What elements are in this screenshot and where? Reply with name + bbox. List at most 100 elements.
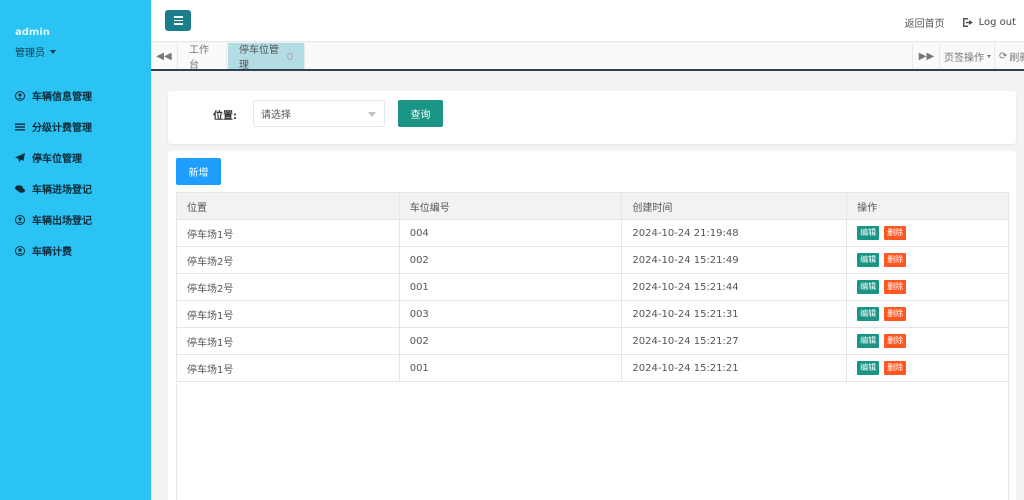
sidebar-item-label: 车辆进场登记 bbox=[32, 185, 92, 196]
cell-space-no: 002 bbox=[398, 327, 623, 355]
cell-created: 2024-10-24 15:21:44 bbox=[621, 273, 848, 301]
sidebar-nav: 车辆信息管理 分级计费管理 停车位管理 车辆进场登记 车辆出场登记 车辆计费 bbox=[0, 80, 151, 266]
sidebar-item-vehicle-exit[interactable]: 车辆出场登记 bbox=[0, 204, 151, 235]
tab-label: 工作台 bbox=[189, 45, 209, 71]
table-row: 停车场1号 001 2024-10-24 15:21:21 编辑 删除 bbox=[176, 354, 1009, 382]
sidebar-item-label: 分级计费管理 bbox=[32, 123, 92, 134]
table-row: 停车场2号 001 2024-10-24 15:21:44 编辑 删除 bbox=[176, 273, 1009, 301]
header-actions: 返回首页 Log out bbox=[905, 15, 1016, 30]
paper-plane-icon bbox=[15, 152, 25, 163]
cell-actions: 编辑 删除 bbox=[846, 273, 1009, 301]
add-button[interactable]: 新增 bbox=[176, 158, 221, 185]
cell-location: 停车场2号 bbox=[176, 273, 400, 301]
query-button[interactable]: 查询 bbox=[398, 100, 443, 127]
user-role-label: 管理员 bbox=[15, 48, 45, 59]
tab-ops-label: 页签操作 bbox=[944, 52, 984, 64]
sidebar-item-label: 停车位管理 bbox=[32, 154, 82, 165]
delete-button[interactable]: 删除 bbox=[884, 307, 907, 321]
home-link[interactable]: 返回首页 bbox=[905, 15, 945, 30]
cell-space-no: 001 bbox=[398, 273, 623, 301]
comments-icon bbox=[15, 184, 25, 194]
column-header-space-no: 车位编号 bbox=[398, 192, 623, 220]
double-chevron-right-icon: ▶▶ bbox=[918, 50, 935, 62]
edit-button[interactable]: 编辑 bbox=[857, 334, 880, 348]
column-header-location: 位置 bbox=[176, 192, 400, 220]
cell-actions: 编辑 删除 bbox=[846, 300, 1009, 328]
double-chevron-left-icon: ◀◀ bbox=[156, 50, 172, 62]
logout-label: Log out bbox=[978, 17, 1016, 28]
cell-location: 停车场1号 bbox=[176, 327, 400, 355]
sidebar-item-vehicle-info[interactable]: 车辆信息管理 bbox=[0, 80, 151, 111]
close-icon[interactable] bbox=[286, 52, 293, 60]
user-name: admin bbox=[15, 27, 50, 38]
location-select[interactable]: 请选择 bbox=[253, 100, 385, 127]
sidebar-item-label: 车辆信息管理 bbox=[32, 92, 92, 103]
cell-created: 2024-10-24 15:21:27 bbox=[621, 327, 848, 355]
cell-space-no: 003 bbox=[398, 300, 623, 328]
refresh-label: 刷新 bbox=[1009, 52, 1024, 64]
cell-actions: 编辑 删除 bbox=[846, 327, 1009, 355]
tab-workbench[interactable]: 工作台 bbox=[178, 43, 227, 71]
column-header-actions: 操作 bbox=[846, 192, 1009, 220]
column-header-created: 创建时间 bbox=[621, 192, 848, 220]
sidebar-item-label: 车辆计费 bbox=[32, 247, 72, 258]
menu-toggle-button[interactable] bbox=[165, 10, 191, 31]
logout-button[interactable]: Log out bbox=[962, 17, 1016, 28]
caret-down-icon bbox=[50, 49, 56, 54]
tab-ops-dropdown[interactable]: 页签操作 bbox=[939, 43, 995, 69]
cell-space-no: 001 bbox=[398, 354, 623, 382]
table-row: 停车场1号 003 2024-10-24 15:21:31 编辑 删除 bbox=[176, 300, 1009, 328]
sidebar-item-label: 车辆出场登记 bbox=[32, 216, 92, 227]
cell-created: 2024-10-24 15:21:21 bbox=[621, 354, 848, 382]
edit-button[interactable]: 编辑 bbox=[857, 307, 880, 321]
tabs-scroll-left-button[interactable]: ◀◀ bbox=[151, 43, 178, 69]
caret-down-icon bbox=[987, 54, 991, 58]
edit-button[interactable]: 编辑 bbox=[857, 253, 880, 267]
page-tabs-bar: ◀◀ 工作台 停车位管理 ▶▶ 页签操作 ⟳ 刷新 bbox=[151, 43, 1024, 71]
edit-button[interactable]: 编辑 bbox=[857, 361, 880, 375]
refresh-button[interactable]: ⟳ 刷新 bbox=[994, 43, 1024, 69]
delete-button[interactable]: 删除 bbox=[884, 361, 907, 375]
user-circle-icon bbox=[15, 90, 25, 101]
cell-location: 停车场1号 bbox=[176, 300, 400, 328]
delete-button[interactable]: 删除 bbox=[884, 226, 907, 240]
user-circle-icon bbox=[15, 245, 25, 256]
top-header: 返回首页 Log out bbox=[151, 0, 1024, 42]
cell-created: 2024-10-24 15:21:31 bbox=[621, 300, 848, 328]
delete-button[interactable]: 删除 bbox=[884, 334, 907, 348]
tab-parking-space[interactable]: 停车位管理 bbox=[228, 43, 305, 71]
sidebar-item-parking-space[interactable]: 停车位管理 bbox=[0, 142, 151, 173]
tab-label: 停车位管理 bbox=[239, 45, 279, 71]
cell-created: 2024-10-24 15:21:49 bbox=[621, 246, 848, 274]
search-panel: 位置: 请选择 查询 bbox=[168, 91, 1016, 144]
user-circle-icon bbox=[15, 214, 25, 225]
edit-button[interactable]: 编辑 bbox=[857, 226, 880, 240]
cell-location: 停车场1号 bbox=[176, 219, 400, 247]
cell-actions: 编辑 删除 bbox=[846, 354, 1009, 382]
table-header-row: 位置 车位编号 创建时间 操作 bbox=[176, 192, 1009, 220]
delete-button[interactable]: 删除 bbox=[884, 253, 907, 267]
delete-button[interactable]: 删除 bbox=[884, 280, 907, 294]
cell-actions: 编辑 删除 bbox=[846, 246, 1009, 274]
table-row: 停车场2号 002 2024-10-24 15:21:49 编辑 删除 bbox=[176, 246, 1009, 274]
table-panel: 新增 位置 车位编号 创建时间 操作 停车场1号 004 2024-10-24 … bbox=[168, 151, 1016, 500]
user-role-dropdown[interactable]: 管理员 bbox=[15, 44, 56, 59]
caret-down-icon bbox=[368, 112, 376, 117]
hamburger-line bbox=[173, 23, 183, 25]
refresh-icon: ⟳ bbox=[999, 50, 1008, 62]
parking-space-table: 位置 车位编号 创建时间 操作 停车场1号 004 2024-10-24 21:… bbox=[176, 192, 1009, 382]
location-select-placeholder: 请选择 bbox=[261, 110, 291, 121]
table-empty-area bbox=[176, 383, 1009, 500]
list-icon bbox=[15, 122, 25, 132]
tabs-scroll-right-button[interactable]: ▶▶ bbox=[912, 43, 940, 69]
sidebar-item-vehicle-entry[interactable]: 车辆进场登记 bbox=[0, 173, 151, 204]
edit-button[interactable]: 编辑 bbox=[857, 280, 880, 294]
location-label: 位置: bbox=[213, 111, 237, 122]
sidebar-item-billing-levels[interactable]: 分级计费管理 bbox=[0, 111, 151, 142]
sidebar: admin 管理员 车辆信息管理 分级计费管理 停车位管理 车辆进场登记 车辆出… bbox=[0, 0, 151, 500]
sidebar-item-vehicle-billing[interactable]: 车辆计费 bbox=[0, 235, 151, 266]
table-row: 停车场1号 002 2024-10-24 15:21:27 编辑 删除 bbox=[176, 327, 1009, 355]
cell-space-no: 004 bbox=[398, 219, 623, 247]
cell-location: 停车场1号 bbox=[176, 354, 400, 382]
cell-actions: 编辑 删除 bbox=[846, 219, 1009, 247]
